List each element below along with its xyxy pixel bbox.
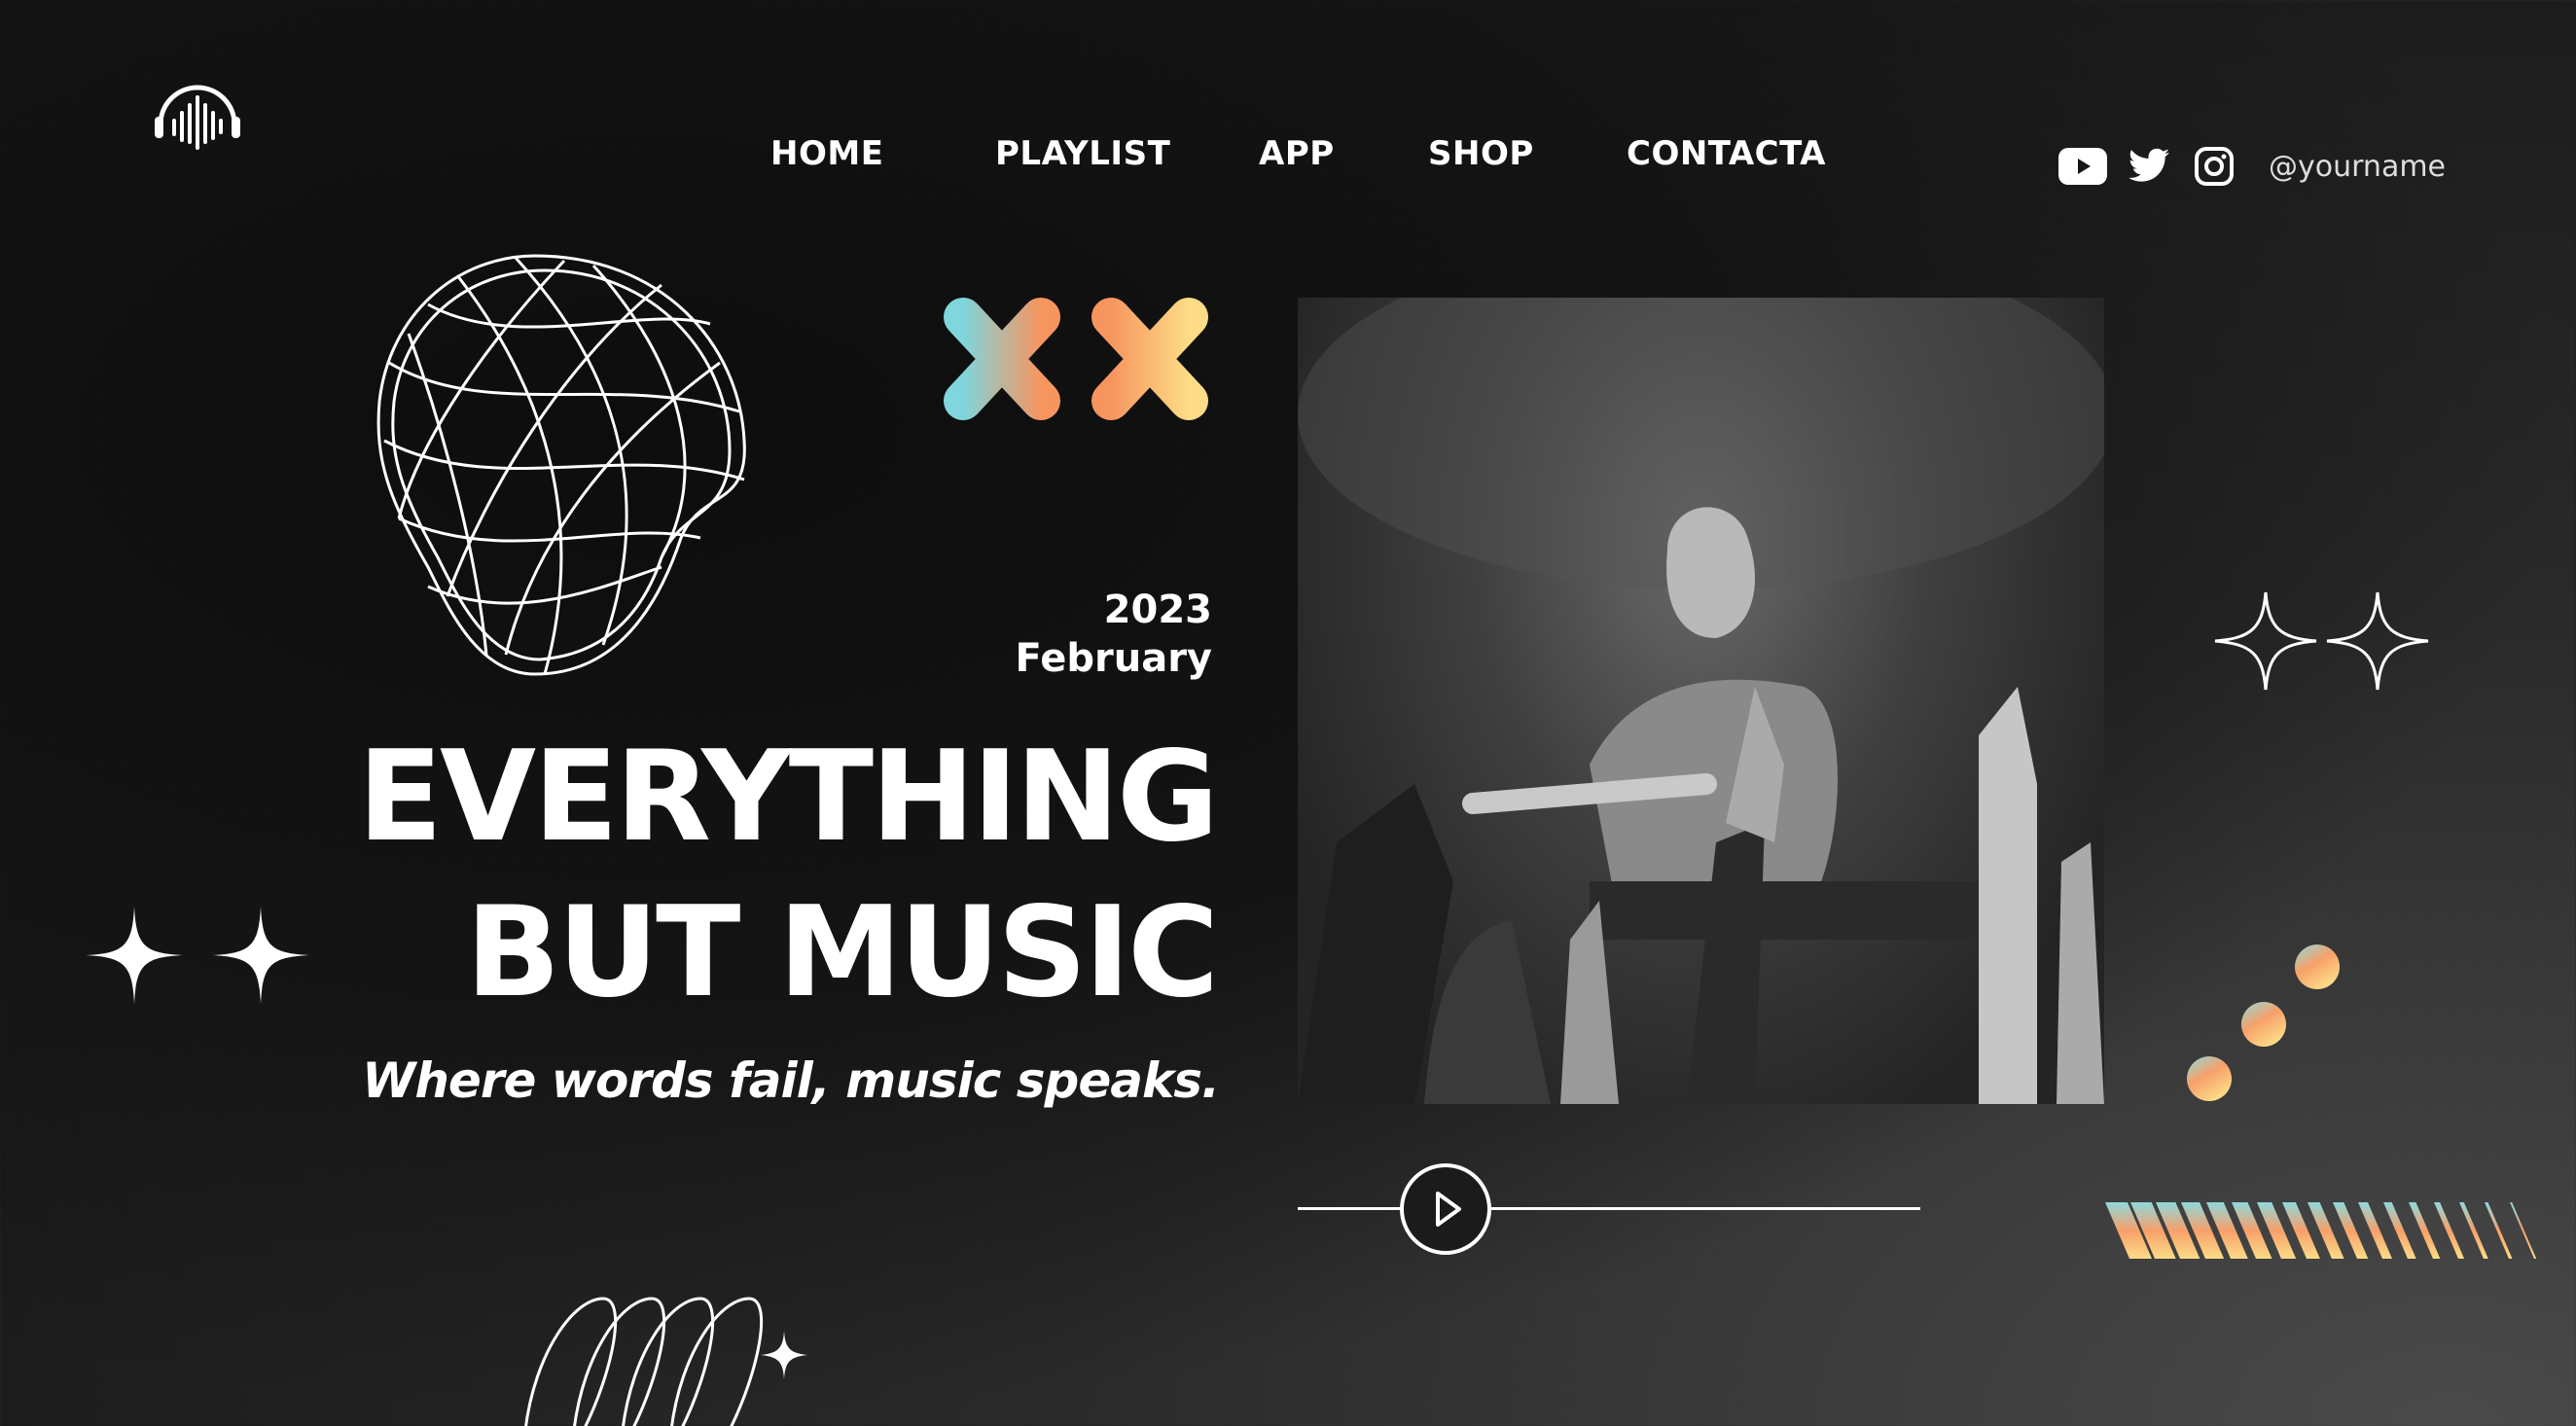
nav-app[interactable]: APP <box>1259 134 1335 173</box>
event-month: February <box>1015 636 1212 681</box>
stripe <box>2434 1202 2465 1259</box>
sparkle-left-icon <box>86 907 183 1004</box>
stripe <box>2409 1202 2441 1259</box>
play-button[interactable] <box>1400 1163 1491 1255</box>
gradient-dots-graphic <box>2187 945 2340 1101</box>
instagram-icon[interactable] <box>2194 146 2235 187</box>
dj-photo <box>1298 298 2104 1104</box>
event-year: 2023 <box>1103 588 1212 632</box>
play-icon <box>1436 1192 1461 1227</box>
wireframe-globe-graphic <box>376 254 746 676</box>
headphones-logo-icon[interactable] <box>151 78 244 150</box>
headline-line2: BUT MUSIC <box>465 880 1219 1025</box>
social-handle[interactable]: @yourname <box>2269 150 2446 184</box>
youtube-icon[interactable] <box>2058 148 2107 185</box>
dj-silhouette-image <box>1298 298 2104 1104</box>
sparkle-left-icon <box>212 907 309 1004</box>
nav-playlist[interactable]: PLAYLIST <box>995 134 1170 173</box>
nav-shop[interactable]: SHOP <box>1428 134 1534 173</box>
nav-contacta[interactable]: CONTACTA <box>1627 134 1826 173</box>
gradient-stripes-graphic <box>2105 1202 2537 1259</box>
headline-line1: EVERYTHING <box>357 725 1219 870</box>
stripe <box>2459 1202 2488 1259</box>
stripe <box>2510 1202 2537 1259</box>
stripe <box>2485 1202 2513 1259</box>
xx-gradient-graphic <box>944 298 1208 420</box>
twitter-icon[interactable] <box>2129 148 2169 183</box>
tagline: Where words fail, music speaks. <box>362 1052 1220 1109</box>
loops-graphic <box>524 1297 807 1426</box>
star-outline-icon <box>2214 591 2429 691</box>
nav-home[interactable]: HOME <box>770 134 883 173</box>
progress-track[interactable] <box>1298 1207 1920 1210</box>
